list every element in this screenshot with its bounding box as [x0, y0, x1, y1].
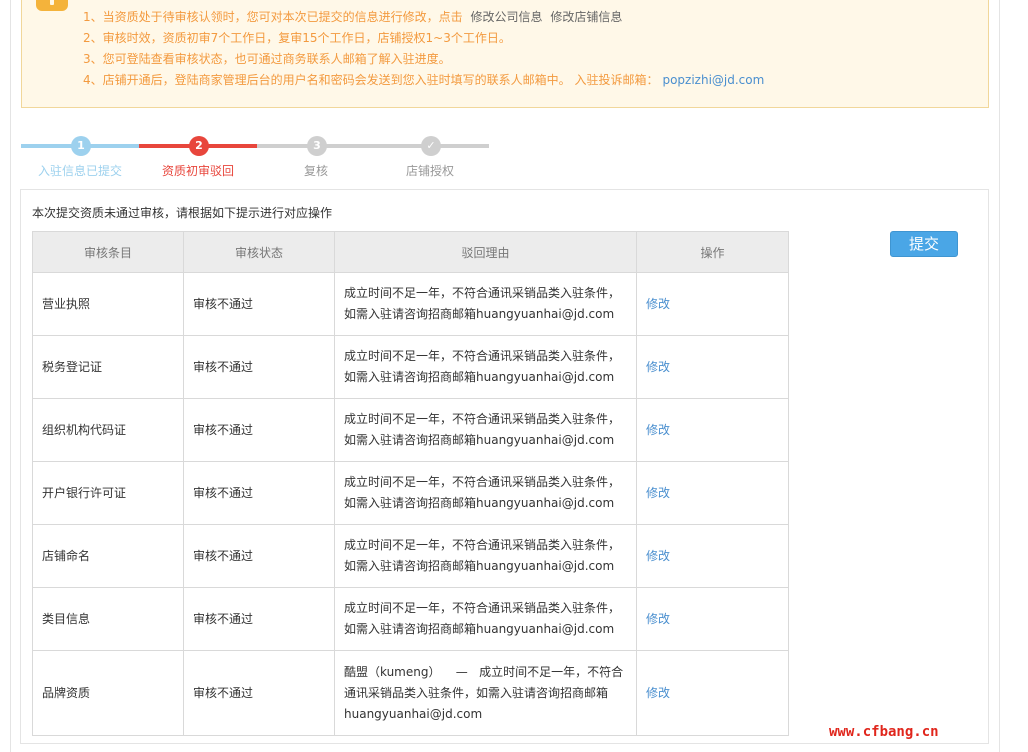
warning-icon	[36, 0, 68, 11]
reason-cell: 成立时间不足一年，不符合通讯采销品类入驻条件， 如需入驻请咨询招商邮箱huangy…	[334, 524, 637, 588]
reason-cell: 成立时间不足一年，不符合通讯采销品类入驻条件， 如需入驻请咨询招商邮箱huangy…	[334, 272, 637, 336]
step-label: 资质初审驳回	[161, 164, 234, 178]
table-row: 开户银行许可证 审核不通过 成立时间不足一年，不符合通讯采销品类入驻条件， 如需入…	[32, 461, 789, 525]
reason-line: 通讯采销品类入驻条件，如需入驻请咨询招商邮箱	[344, 685, 609, 700]
edit-link[interactable]: 修改	[646, 297, 670, 311]
reason-line: 如需入驻请咨询招商邮箱huangyuanhai@jd.com	[344, 559, 615, 573]
status-cell: 审核不通过	[183, 461, 335, 525]
reason-line: 成立时间不足一年，不符合通讯采销品类入驻条件，	[344, 286, 621, 300]
edit-link[interactable]: 修改	[646, 549, 670, 563]
reason-cell: 成立时间不足一年，不符合通讯采销品类入驻条件， 如需入驻请咨询招商邮箱huangy…	[334, 335, 637, 399]
audit-panel: 本次提交资质未通过审核，请根据如下提示进行对应操作 提交 审核条目 审核状态 驳…	[20, 189, 989, 744]
step-review: 3 复核	[257, 136, 375, 180]
table-header-row: 审核条目 审核状态 驳回理由 操作	[32, 231, 789, 273]
table-row: 品牌资质 审核不通过 酷盟（kumeng） — 成立时间不足一年，不符合 通讯采销…	[32, 650, 789, 736]
step-number: 2	[189, 136, 209, 156]
column-header: 驳回理由	[334, 231, 637, 273]
reason-line: 如需入驻请咨询招商邮箱huangyuanhai@jd.com	[344, 622, 615, 636]
audit-table: 审核条目 审核状态 驳回理由 操作 营业执照 审核不通过 成立时间不足一年，不符…	[32, 231, 789, 736]
reason-line: 成立时间不足一年，不符合通讯采销品类入驻条件，	[344, 538, 621, 552]
action-cell: 修改	[636, 524, 789, 588]
table-row: 类目信息 审核不通过 成立时间不足一年，不符合通讯采销品类入驻条件， 如需入驻请咨…	[32, 587, 789, 651]
step-label: 入驻信息已提交	[37, 164, 122, 178]
step-authorization: ✓ 店铺授权	[371, 136, 489, 180]
edit-link[interactable]: 修改	[646, 686, 670, 700]
edit-link[interactable]: 修改	[646, 612, 670, 626]
action-cell: 修改	[636, 461, 789, 525]
step-label: 复核	[303, 164, 328, 178]
column-header: 审核状态	[183, 231, 335, 273]
edit-link[interactable]: 修改	[646, 486, 670, 500]
reason-line: 如需入驻请咨询招商邮箱huangyuanhai@jd.com	[344, 433, 615, 447]
notice-text: 3、您可登陆查看审核状态，也可通过商务联系人邮箱了解入驻进度。	[83, 52, 451, 66]
reason-line: 成立时间不足一年，不符合通讯采销品类入驻条件，	[344, 475, 621, 489]
action-cell: 修改	[636, 335, 789, 399]
item-cell: 类目信息	[32, 587, 184, 651]
notice-text: 1、当资质处于待审核认领时，您可对本次已提交的信息进行修改，点击	[83, 10, 463, 24]
reason-line: 如需入驻请咨询招商邮箱huangyuanhai@jd.com	[344, 307, 615, 321]
edit-store-info-link[interactable]: 修改店铺信息	[550, 10, 622, 24]
reason-line: huangyuanhai@jd.com	[344, 706, 483, 721]
step-rejected: 2 资质初审驳回	[139, 136, 257, 180]
edit-link[interactable]: 修改	[646, 360, 670, 374]
column-header: 审核条目	[32, 231, 184, 273]
reason-line: 酷盟（kumeng） — 成立时间不足一年，不符合	[344, 664, 624, 679]
status-cell: 审核不通过	[183, 398, 335, 462]
table-row: 营业执照 审核不通过 成立时间不足一年，不符合通讯采销品类入驻条件， 如需入驻请咨…	[32, 272, 789, 336]
check-icon: ✓	[421, 136, 441, 156]
status-cell: 审核不通过	[183, 524, 335, 588]
reason-cell: 成立时间不足一年，不符合通讯采销品类入驻条件， 如需入驻请咨询招商邮箱huangy…	[334, 461, 637, 525]
action-cell: 修改	[636, 272, 789, 336]
step-label: 店铺授权	[405, 164, 454, 178]
reason-cell: 成立时间不足一年，不符合通讯采销品类入驻条件， 如需入驻请咨询招商邮箱huangy…	[334, 587, 637, 651]
item-cell: 开户银行许可证	[32, 461, 184, 525]
item-cell: 店铺命名	[32, 524, 184, 588]
complaint-email-link[interactable]: popzizhi@jd.com	[662, 73, 764, 87]
status-cell: 审核不通过	[183, 335, 335, 399]
item-cell: 品牌资质	[32, 650, 184, 736]
reason-line: 如需入驻请咨询招商邮箱huangyuanhai@jd.com	[344, 370, 615, 384]
column-header: 操作	[636, 231, 789, 273]
edit-link[interactable]: 修改	[646, 423, 670, 437]
step-number: 1	[71, 136, 91, 156]
progress-steps: 1 入驻信息已提交 2 资质初审驳回 3 复核 ✓ 店铺授权	[21, 136, 491, 180]
reason-cell: 酷盟（kumeng） — 成立时间不足一年，不符合 通讯采销品类入驻条件，如需入驻…	[334, 650, 637, 736]
reason-line: 如需入驻请咨询招商邮箱huangyuanhai@jd.com	[344, 496, 615, 510]
action-cell: 修改	[636, 587, 789, 651]
notice-item: 4、店铺开通后，登陆商家管理后台的用户名和密码会发送到您入驻时填写的联系人邮箱中…	[83, 70, 764, 91]
reason-cell: 成立时间不足一年，不符合通讯采销品类入驻条件， 如需入驻请咨询招商邮箱huangy…	[334, 398, 637, 462]
status-cell: 审核不通过	[183, 650, 335, 736]
reason-line: 成立时间不足一年，不符合通讯采销品类入驻条件，	[344, 349, 621, 363]
table-row: 店铺命名 审核不通过 成立时间不足一年，不符合通讯采销品类入驻条件， 如需入驻请咨…	[32, 524, 789, 588]
notice-item: 3、您可登陆查看审核状态，也可通过商务联系人邮箱了解入驻进度。	[83, 49, 764, 70]
step-submitted: 1 入驻信息已提交	[21, 136, 139, 180]
item-cell: 税务登记证	[32, 335, 184, 399]
item-cell: 组织机构代码证	[32, 398, 184, 462]
reason-line: 成立时间不足一年，不符合通讯采销品类入驻条件，	[344, 412, 621, 426]
edit-company-info-link[interactable]: 修改公司信息	[470, 10, 542, 24]
notice-list: 1、当资质处于待审核认领时，您可对本次已提交的信息进行修改，点击 修改公司信息 …	[83, 7, 764, 91]
action-cell: 修改	[636, 650, 789, 736]
submit-button[interactable]: 提交	[890, 231, 958, 257]
notice-text: 2、审核时效，资质初审7个工作日，复审15个工作日，店铺授权1~3个工作日。	[83, 31, 511, 45]
intro-text: 本次提交资质未通过审核，请根据如下提示进行对应操作	[32, 206, 333, 220]
notice-item: 1、当资质处于待审核认领时，您可对本次已提交的信息进行修改，点击 修改公司信息 …	[83, 7, 764, 28]
notice-text: 4、店铺开通后，登陆商家管理后台的用户名和密码会发送到您入驻时填写的联系人邮箱中…	[83, 73, 659, 87]
item-cell: 营业执照	[32, 272, 184, 336]
watermark: www.cfbang.cn	[829, 724, 939, 740]
notice-box: 1、当资质处于待审核认领时，您可对本次已提交的信息进行修改，点击 修改公司信息 …	[21, 0, 989, 108]
table-row: 组织机构代码证 审核不通过 成立时间不足一年，不符合通讯采销品类入驻条件， 如需入…	[32, 398, 789, 462]
action-cell: 修改	[636, 398, 789, 462]
status-cell: 审核不通过	[183, 587, 335, 651]
notice-item: 2、审核时效，资质初审7个工作日，复审15个工作日，店铺授权1~3个工作日。	[83, 28, 764, 49]
status-cell: 审核不通过	[183, 272, 335, 336]
step-number: 3	[307, 136, 327, 156]
table-row: 税务登记证 审核不通过 成立时间不足一年，不符合通讯采销品类入驻条件， 如需入驻请…	[32, 335, 789, 399]
reason-line: 成立时间不足一年，不符合通讯采销品类入驻条件，	[344, 601, 621, 615]
